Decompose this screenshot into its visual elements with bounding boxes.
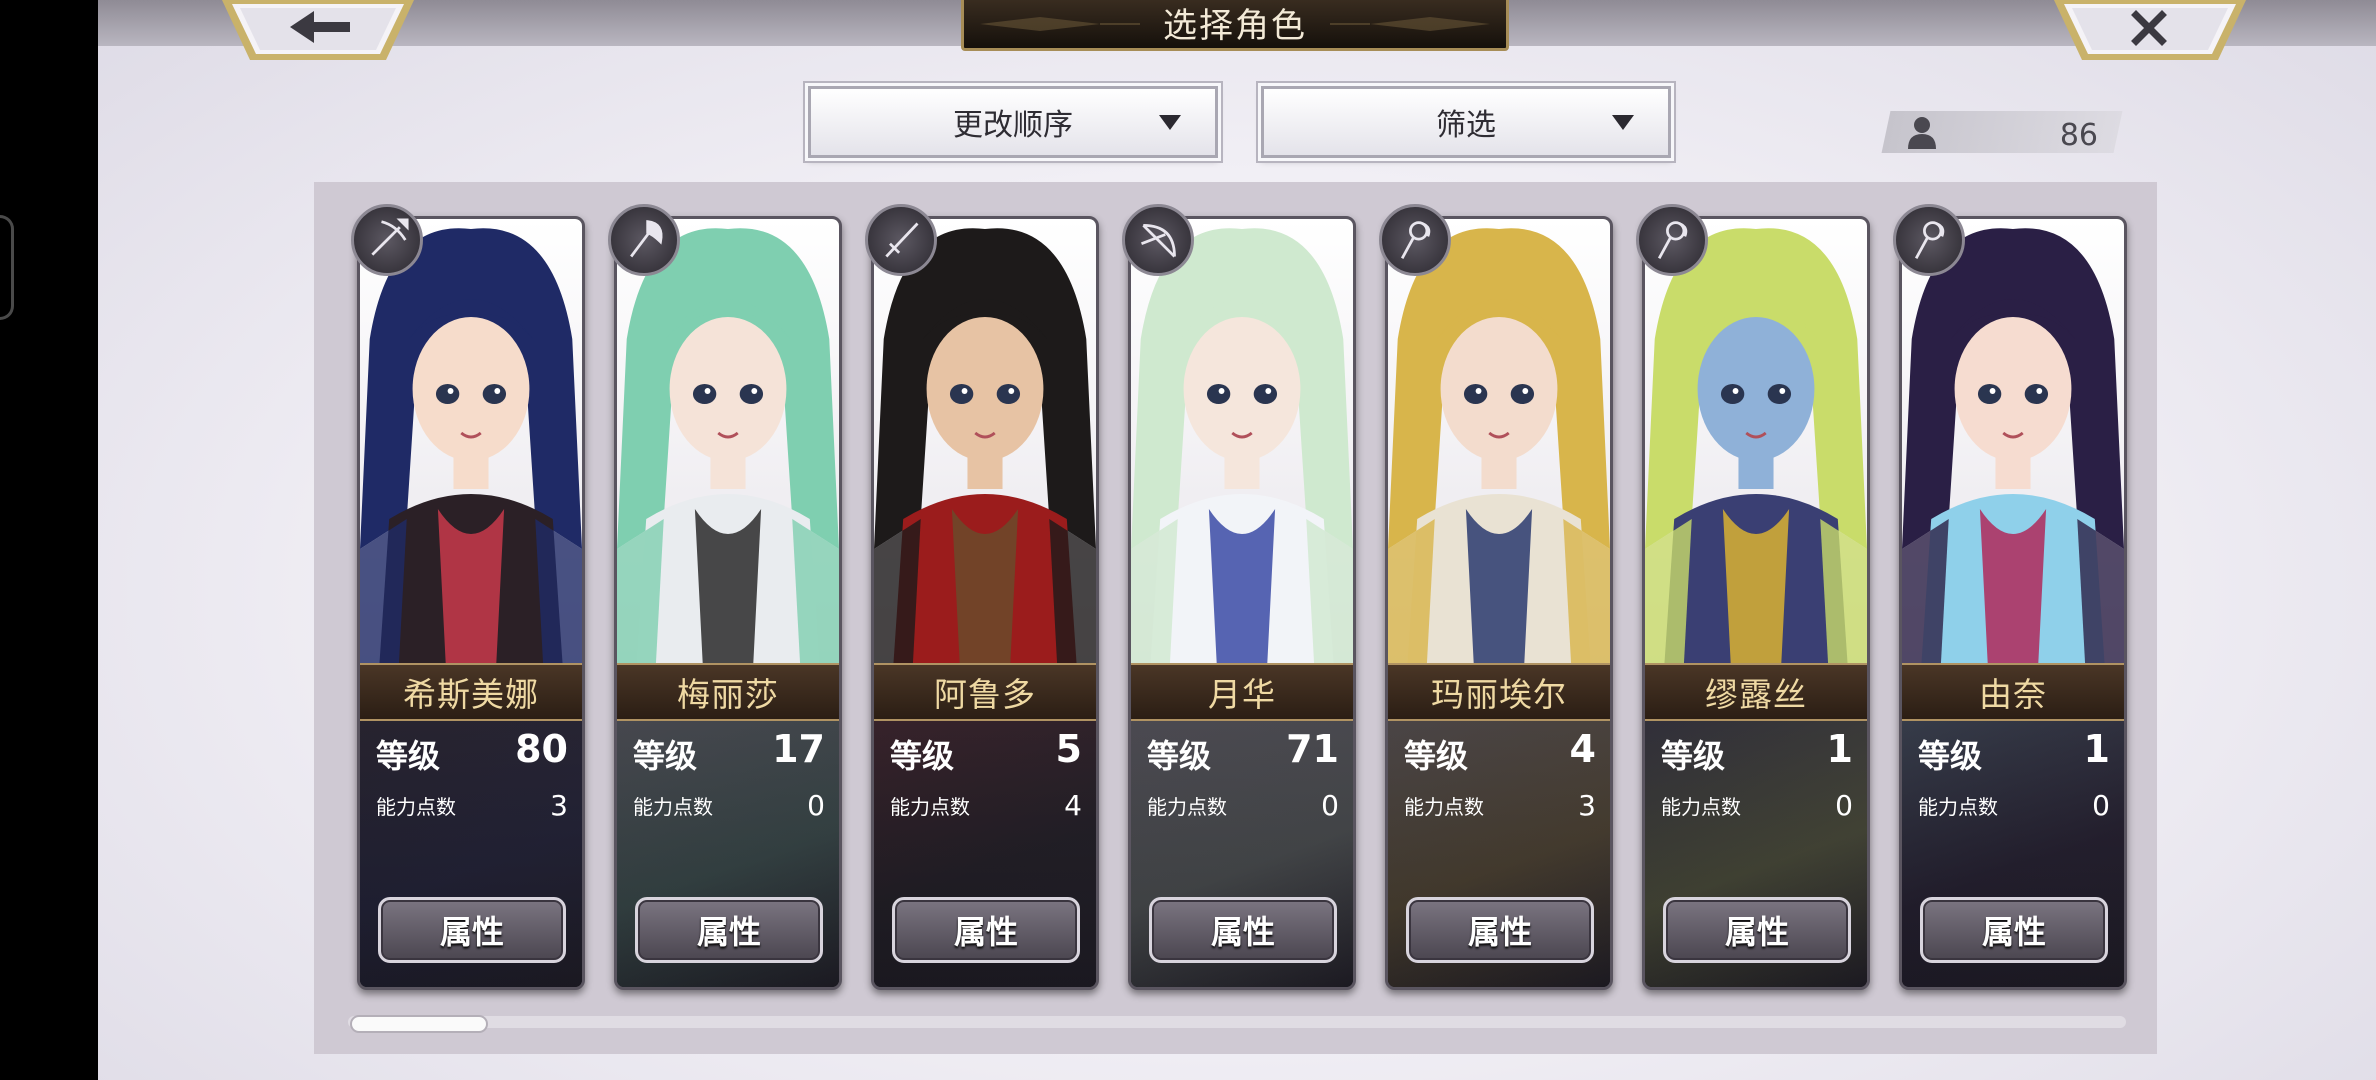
character-name: 阿鲁多 [934,675,1036,714]
sword-icon [865,204,937,276]
attributes-button-label: 属性 [439,913,504,951]
level-label: 等级 [1918,737,1983,775]
chevron-down-icon [1159,115,1181,130]
attributes-button[interactable]: 属性 [1663,897,1851,963]
level-label: 等级 [1147,737,1212,775]
ability-points-label: 能力点数 [1918,795,1998,819]
ability-points-value: 3 [550,789,568,822]
attributes-button[interactable]: 属性 [892,897,1080,963]
sort-order-label: 更改顺序 [953,108,1073,143]
level-value: 71 [1286,727,1339,771]
attributes-button[interactable]: 属性 [1149,897,1337,963]
attributes-button-label: 属性 [953,913,1018,951]
filter-label: 筛选 [1436,108,1496,143]
character-select-screen: 选择角色 更改顺序 筛选 86 希斯美娜 等级 80 能力点数 3 属性 梅丽莎… [98,0,2376,1080]
filter-dropdown[interactable]: 筛选 [1261,86,1671,158]
axe-icon [608,204,680,276]
level-label: 等级 [1404,737,1469,775]
character-portrait [1131,219,1353,663]
character-name: 缪露丝 [1705,675,1807,714]
character-name: 玛丽埃尔 [1431,675,1567,714]
ability-points-value: 4 [1064,789,1082,822]
edge-handle [0,215,14,320]
character-card[interactable]: 缪露丝 等级 1 能力点数 0 属性 [1642,216,1870,990]
name-plate: 缪露丝 [1645,663,1867,721]
scrollbar-track[interactable] [348,1016,2126,1028]
back-button[interactable] [218,0,418,68]
level-label: 等级 [890,737,955,775]
attributes-button-label: 属性 [1210,913,1275,951]
ability-points-label: 能力点数 [1661,795,1741,819]
ability-points-label: 能力点数 [376,795,456,819]
character-portrait [617,219,839,663]
name-plate: 月华 [1131,663,1353,721]
name-plate: 阿鲁多 [874,663,1096,721]
level-value: 5 [1055,727,1082,771]
character-portrait [1902,219,2124,663]
character-name: 由奈 [1979,675,2047,714]
sort-order-dropdown[interactable]: 更改顺序 [808,86,1218,158]
ability-points-value: 0 [807,789,825,822]
scrollbar-thumb[interactable] [350,1015,488,1033]
staff-icon [1893,204,1965,276]
character-name: 月华 [1208,675,1276,714]
left-margin [0,0,98,1080]
name-plate: 由奈 [1902,663,2124,721]
ability-points-value: 3 [1578,789,1596,822]
attributes-button-label: 属性 [1724,913,1789,951]
title-banner: 选择角色 [961,0,1509,51]
staff-icon [1636,204,1708,276]
bow-icon [1122,204,1194,276]
ability-points-label: 能力点数 [633,795,713,819]
character-card[interactable]: 玛丽埃尔 等级 4 能力点数 3 属性 [1385,216,1613,990]
character-card[interactable]: 阿鲁多 等级 5 能力点数 4 属性 [871,216,1099,990]
character-portrait [1645,219,1867,663]
person-icon [1908,117,1936,149]
character-portrait [874,219,1096,663]
ability-points-label: 能力点数 [1404,795,1484,819]
ability-points-value: 0 [2092,789,2110,822]
roster-count: 86 [2059,118,2098,153]
name-plate: 希斯美娜 [360,663,582,721]
close-button[interactable] [2050,0,2250,68]
ability-points-value: 0 [1321,789,1339,822]
page-title: 选择角色 [1163,6,1307,46]
level-value: 1 [1826,727,1853,771]
level-value: 80 [515,727,568,771]
attributes-button-label: 属性 [1467,913,1532,951]
character-card[interactable]: 月华 等级 71 能力点数 0 属性 [1128,216,1356,990]
level-label: 等级 [633,737,698,775]
attributes-button-label: 属性 [696,913,761,951]
character-portrait [360,219,582,663]
name-plate: 玛丽埃尔 [1388,663,1610,721]
crossbow-icon [351,204,423,276]
character-name: 希斯美娜 [403,675,539,714]
ornament-icon [1330,17,1490,31]
attributes-button[interactable]: 属性 [635,897,823,963]
ability-points-label: 能力点数 [890,795,970,819]
attributes-button[interactable]: 属性 [1920,897,2108,963]
level-label: 等级 [1661,737,1726,775]
character-card[interactable]: 希斯美娜 等级 80 能力点数 3 属性 [357,216,585,990]
attributes-button-label: 属性 [1981,913,2046,951]
chevron-down-icon [1612,115,1634,130]
attributes-button[interactable]: 属性 [378,897,566,963]
level-value: 17 [772,727,825,771]
character-portrait [1388,219,1610,663]
level-value: 1 [2083,727,2110,771]
staff-icon [1379,204,1451,276]
attributes-button[interactable]: 属性 [1406,897,1594,963]
character-card[interactable]: 梅丽莎 等级 17 能力点数 0 属性 [614,216,842,990]
ornament-icon [980,17,1140,31]
ability-points-label: 能力点数 [1147,795,1227,819]
character-name: 梅丽莎 [677,675,779,714]
character-card[interactable]: 由奈 等级 1 能力点数 0 属性 [1899,216,2127,990]
ability-points-value: 0 [1835,789,1853,822]
level-value: 4 [1569,727,1596,771]
level-label: 等级 [376,737,441,775]
name-plate: 梅丽莎 [617,663,839,721]
